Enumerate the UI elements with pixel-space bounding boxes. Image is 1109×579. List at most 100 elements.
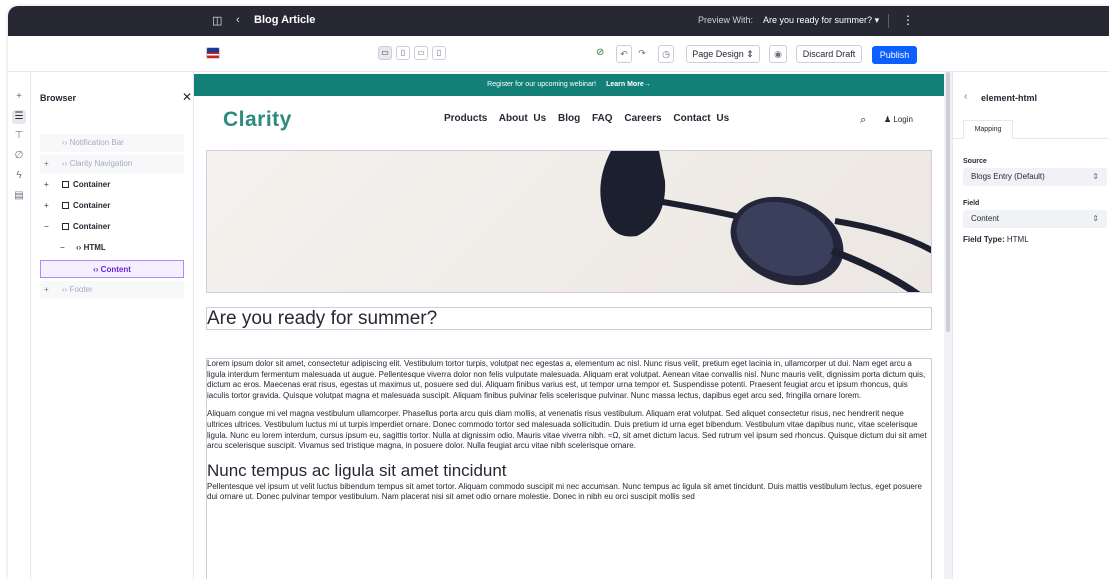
portrait-phone-icon[interactable]: ▯ <box>432 46 446 60</box>
notification-bar: Register for our upcoming webinar! Learn… <box>194 74 944 96</box>
article-paragraph: Lorem ipsum dolor sit amet, consectetur … <box>207 359 926 400</box>
expand-icon[interactable]: + <box>44 155 49 173</box>
preview-eye-icon[interactable]: ◉ <box>769 45 787 63</box>
tree-item-clarity-navigation[interactable]: + ‹› Clarity Navigation <box>40 155 184 173</box>
code-icon: ‹› <box>62 138 68 147</box>
preview-label: Preview With: <box>698 15 754 25</box>
history-icon[interactable]: ◷ <box>658 45 674 63</box>
tree-item-label: Container <box>73 201 111 210</box>
scrollbar-thumb[interactable] <box>946 72 950 332</box>
tree-item-label: HTML <box>83 243 106 252</box>
app-window: ◫ ‹ Blog Article Preview With: Are you r… <box>8 6 1109 579</box>
sort-icon: ⇕ <box>1092 172 1099 181</box>
source-select[interactable]: Blogs Entry (Default) ⇕ <box>963 168 1107 186</box>
add-fragment-icon[interactable]: + <box>12 90 26 104</box>
site-navigation: Products About Us Blog FAQ Careers Conta… <box>444 113 735 124</box>
expand-icon[interactable]: + <box>44 176 49 194</box>
field-type-label: Field Type: <box>963 235 1005 244</box>
properties-panel: ‹ element-html Mapping Source Blogs Entr… <box>952 72 1109 579</box>
close-icon[interactable]: ✕ <box>182 90 192 104</box>
tree-item-container[interactable]: + Container <box>40 176 184 194</box>
tree-item-notification-bar[interactable]: ‹› Notification Bar <box>40 134 184 152</box>
field-type: Field Type: HTML <box>963 235 1029 244</box>
tree-item-label: Container <box>73 180 111 189</box>
expand-icon[interactable]: + <box>44 197 49 215</box>
article-subheading: Nunc tempus ac ligula sit amet tincidunt <box>207 460 507 480</box>
tree-item-content[interactable]: ‹› Content <box>40 260 184 278</box>
tree-item-label: Clarity Navigation <box>69 159 133 168</box>
back-chevron-icon[interactable]: ‹ <box>236 14 240 26</box>
tablet-view-icon[interactable]: ▯ <box>396 46 410 60</box>
landscape-phone-icon[interactable]: ▭ <box>414 46 428 60</box>
login-link[interactable]: ♟ Login <box>884 115 913 124</box>
tree-item-label: Footer <box>69 285 93 294</box>
canvas-scrollbar[interactable] <box>944 72 952 579</box>
container-icon <box>62 202 69 209</box>
expand-icon[interactable]: + <box>44 281 49 299</box>
user-icon: ♟ <box>884 115 892 124</box>
saved-check-icon: ⊘ <box>596 47 605 58</box>
tree-item-footer[interactable]: + ‹› Footer <box>40 281 184 299</box>
desktop-view-icon[interactable]: ▭ <box>378 46 392 60</box>
field-value: Content <box>971 214 1000 223</box>
nav-products[interactable]: Products <box>444 113 487 124</box>
nav-about-us[interactable]: About Us <box>499 113 546 124</box>
tree-item-container[interactable]: + Container <box>40 197 184 215</box>
browser-panel: Browser ✕ ‹› Notification Bar + ‹› Clarit… <box>31 72 194 579</box>
source-label: Source <box>963 158 987 165</box>
comments-icon[interactable]: ▤ <box>12 189 26 203</box>
chevron-down-icon: ▾ <box>874 15 880 25</box>
browser-title: Browser <box>40 93 77 103</box>
tab-mapping[interactable]: Mapping <box>963 120 1013 139</box>
top-bar: ◫ ‹ Blog Article Preview With: Are you r… <box>8 6 1109 36</box>
article-headline[interactable]: Are you ready for summer? <box>206 307 932 330</box>
link-icon[interactable]: ∅ <box>12 149 26 163</box>
field-label: Field <box>963 200 980 207</box>
field-type-value: HTML <box>1006 235 1029 244</box>
back-chevron-icon[interactable]: ‹ <box>964 91 967 102</box>
bolt-icon[interactable]: ϟ <box>12 169 26 183</box>
browser-icon[interactable]: ☰ <box>12 110 26 124</box>
tree-item-label: Content <box>100 265 131 274</box>
field-select[interactable]: Content ⇕ <box>963 210 1107 228</box>
collapse-icon[interactable]: − <box>60 239 65 257</box>
container-icon <box>62 181 69 188</box>
nav-faq[interactable]: FAQ <box>592 113 613 124</box>
tree-item-label: Notification Bar <box>69 138 124 147</box>
page-title: Blog Article <box>254 14 316 26</box>
nav-blog[interactable]: Blog <box>558 113 580 124</box>
publish-button[interactable]: Publish <box>872 46 917 64</box>
collapse-icon[interactable]: − <box>44 218 49 236</box>
page-canvas: Register for our upcoming webinar! Learn… <box>194 72 944 579</box>
page-design-button[interactable]: Page Design ⇕ <box>686 45 760 63</box>
search-icon[interactable]: ⌕ <box>860 114 866 127</box>
paint-roller-icon[interactable]: ⊤ <box>12 129 26 143</box>
sort-icon: ⇕ <box>746 49 754 59</box>
undo-icon[interactable]: ↶ <box>616 45 632 63</box>
editor-toolbar: ▭ ▯ ▭ ▯ ⊘ ↶ ↷ ◷ Page Design ⇕ ◉ Discard … <box>8 36 1109 72</box>
language-flag-icon[interactable] <box>206 47 220 59</box>
container-icon <box>62 223 69 230</box>
page-design-label: Page Design <box>692 49 744 59</box>
nav-contact-us[interactable]: Contact Us <box>673 113 729 124</box>
nav-careers[interactable]: Careers <box>624 113 661 124</box>
preview-select[interactable]: Are you ready for summer? ▾ <box>763 15 879 26</box>
learn-more-link[interactable]: Learn More→ <box>606 81 651 88</box>
login-label: Login <box>893 115 913 124</box>
panel-title: element-html <box>981 93 1038 103</box>
article-content[interactable]: Lorem ipsum dolor sit amet, consectetur … <box>206 358 932 579</box>
discard-draft-button[interactable]: Discard Draft <box>796 45 862 63</box>
article-paragraph: Aliquam congue mi vel magna vestibulum u… <box>207 409 927 451</box>
hero-image <box>206 150 932 293</box>
code-icon: ‹› <box>93 265 99 274</box>
left-rail: + ☰ ⊤ ∅ ϟ ▤ <box>8 72 31 579</box>
banner-text: Register for our upcoming webinar! <box>487 81 597 88</box>
tree-item-html[interactable]: − ‹› HTML <box>40 239 184 257</box>
redo-icon[interactable]: ↷ <box>634 45 650 63</box>
site-logo[interactable]: Clarity <box>223 108 292 132</box>
source-value: Blogs Entry (Default) <box>971 172 1045 181</box>
tree-item-container[interactable]: − Container <box>40 218 184 236</box>
kebab-menu-icon[interactable]: ⋮ <box>902 13 914 27</box>
tree-item-label: Container <box>73 222 111 231</box>
sidebar-toggle-icon[interactable]: ◫ <box>212 14 222 27</box>
